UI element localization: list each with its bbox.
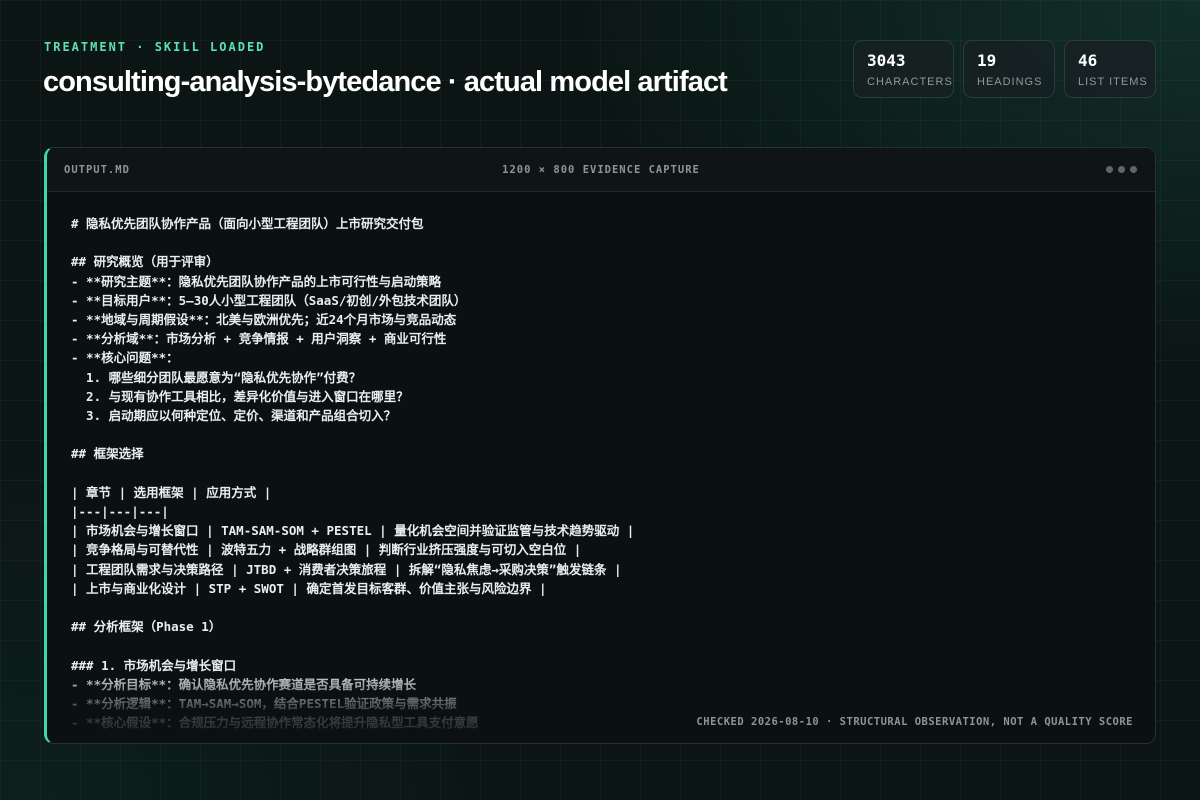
dot — [1106, 166, 1113, 173]
content-line: ## 框架选择 — [71, 446, 144, 462]
content-line: | 上市与商业化设计 | STP + SWOT | 确定首发目标客群、价值主张与… — [71, 580, 547, 596]
dot — [1118, 166, 1125, 173]
content-line: ## 分析框架（Phase 1） — [71, 619, 222, 635]
content-line: 1. 哪些细分团队最愿意为“隐私优先协作”付费？ — [71, 369, 362, 385]
output-panel: OUTPUT.MD 1200 × 800 EVIDENCE CAPTURE # … — [44, 147, 1156, 744]
footer-note: CHECKED 2026-08-10 · STRUCTURAL OBSERVAT… — [696, 716, 1133, 728]
content-line: - **核心问题**： — [71, 350, 179, 366]
content-line: | 竞争格局与可替代性 | 波特五力 + 战略群组图 | 判断行业挤压强度与可切… — [71, 542, 582, 558]
content-line: - **目标用户**：5–30人小型工程团队（SaaS/初创/外包技术团队） — [71, 292, 467, 308]
stat-value: 19 — [977, 51, 997, 70]
content-line: ### 1. 市场机会与增长窗口 — [71, 657, 237, 673]
content-line: - **分析域**：市场分析 + 竞争情报 + 用户洞察 + 商业可行性 — [71, 331, 447, 347]
markdown-content: # 隐私优先团队协作产品（面向小型工程团队）上市研究交付包 ## 研究概览（用于… — [71, 214, 1135, 732]
stat-label: HEADINGS — [977, 76, 1043, 88]
page-title: consulting-analysis-bytedance · actual m… — [43, 66, 728, 98]
stat-label: LIST ITEMS — [1078, 76, 1148, 88]
content-line: | 市场机会与增长窗口 | TAM-SAM-SOM + PESTEL | 量化机… — [71, 523, 635, 539]
content-line — [71, 233, 1135, 252]
content-line: | 章节 | 选用框架 | 应用方式 | — [71, 484, 272, 500]
content-line — [71, 425, 1135, 444]
capture-label: 1200 × 800 EVIDENCE CAPTURE — [502, 164, 700, 176]
dot — [1130, 166, 1137, 173]
content-line: ## 研究概览（用于评审） — [71, 254, 219, 270]
stat-characters: 3043 CHARACTERS — [853, 40, 954, 98]
content-line: # 隐私优先团队协作产品（面向小型工程团队）上市研究交付包 — [71, 216, 424, 231]
content-line: | 工程团队需求与决策路径 | JTBD + 消费者决策旅程 | 拆解“隐私焦虑… — [71, 561, 622, 577]
stat-headings: 19 HEADINGS — [963, 40, 1055, 98]
stat-list-items: 46 LIST ITEMS — [1064, 40, 1156, 98]
more-dots-icon[interactable] — [1106, 166, 1137, 173]
content-line — [71, 598, 1135, 617]
content-line: - **分析目标**：确认隐私优先协作赛道是否具备可持续增长 — [71, 676, 417, 692]
content-line — [71, 464, 1135, 483]
stat-label: CHARACTERS — [867, 76, 953, 88]
stat-value: 46 — [1078, 51, 1098, 70]
stats-group: 3043 CHARACTERS 19 HEADINGS 46 LIST ITEM… — [853, 40, 1156, 98]
section-eyebrow: TREATMENT · SKILL LOADED — [44, 40, 266, 54]
content-line: - **地域与周期假设**：北美与欧洲优先；近24个月市场与竞品动态 — [71, 312, 457, 328]
content-line: - **研究主题**：隐私优先团队协作产品的上市可行性与启动策略 — [71, 273, 442, 289]
content-line: - **分析逻辑**：TAM→SAM→SOM，结合PESTEL验证政策与需求共振 — [71, 696, 457, 712]
content-line — [71, 636, 1135, 655]
stat-value: 3043 — [867, 51, 906, 70]
content-line: 3. 启动期应以何种定位、定价、渠道和产品组合切入？ — [71, 408, 397, 424]
panel-header: OUTPUT.MD 1200 × 800 EVIDENCE CAPTURE — [47, 148, 1155, 192]
content-line: |---|---|---| — [71, 504, 169, 520]
content-line: 2. 与现有协作工具相比，差异化价值与进入窗口在哪里？ — [71, 388, 409, 404]
